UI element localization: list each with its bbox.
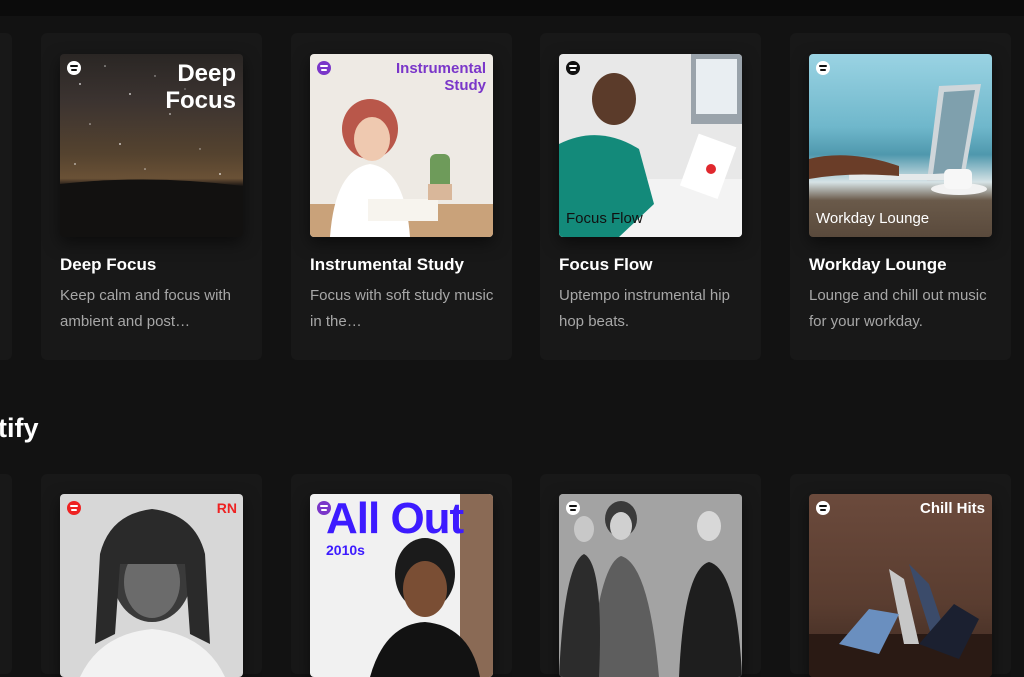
playlist-card-instrumental-study[interactable]: Instrumental Study Instrumental Study Fo… xyxy=(291,33,512,360)
cover-title-text: Focus Flow xyxy=(566,210,643,227)
playlist-card-deep-focus[interactable]: Deep Focus Deep Focus Keep calm and focu… xyxy=(41,33,262,360)
spotify-logo-icon xyxy=(67,61,81,75)
cover-all-out-2010s[interactable]: All Out 2010s xyxy=(310,494,493,677)
spotify-logo-icon xyxy=(816,501,830,515)
cover-focus-flow[interactable]: Focus Flow xyxy=(559,54,742,237)
spotify-logo-icon xyxy=(317,61,331,75)
spotify-logo-icon xyxy=(816,61,830,75)
partial-card-left[interactable] xyxy=(0,33,12,360)
card-description: Lounge and chill out music for your work… xyxy=(809,287,987,330)
cover-title-text: Chill Hits xyxy=(919,500,985,517)
spotify-logo-icon xyxy=(67,501,81,515)
playlist-card-all-out-2010s[interactable]: All Out 2010s xyxy=(291,474,512,677)
partial-card-left-bottom[interactable] xyxy=(0,474,12,674)
spotify-logo-icon xyxy=(566,61,580,75)
playlist-card-chill-hits[interactable]: Chill Hits xyxy=(790,474,1011,677)
playlist-card-focus-flow[interactable]: Focus Flow Focus Flow Uptempo instrument… xyxy=(540,33,761,360)
playlist-card-workday-lounge[interactable]: Workday Lounge Workday Lounge Lounge and… xyxy=(790,33,1011,360)
band-photo-art xyxy=(559,494,742,677)
cover-workday-lounge[interactable]: Workday Lounge xyxy=(809,54,992,237)
card-title: Focus Flow xyxy=(559,255,653,274)
portrait-photo-art xyxy=(80,509,225,677)
section-heading[interactable]: tify xyxy=(0,413,39,444)
cover-title-text: All Out xyxy=(326,494,464,543)
chill-photo-art xyxy=(809,564,992,677)
playlist-card-band[interactable] xyxy=(540,474,761,677)
cover-chill-hits[interactable]: Chill Hits xyxy=(809,494,992,677)
card-title: Instrumental Study xyxy=(310,255,464,274)
cover-title-text: Instrumental Study xyxy=(395,60,486,94)
cover-rap[interactable]: RN xyxy=(60,494,243,677)
card-description: Uptempo instrumental hip hop beats. xyxy=(559,287,730,330)
cover-deep-focus[interactable]: Deep Focus xyxy=(60,54,243,237)
spotify-logo-icon xyxy=(566,501,580,515)
cover-title-text: Workday Lounge xyxy=(816,210,930,227)
cover-band[interactable] xyxy=(559,494,742,677)
cover-instrumental-study[interactable]: Instrumental Study xyxy=(310,54,493,237)
top-bar xyxy=(0,0,1024,16)
cover-subtitle-text: 2010s xyxy=(326,542,365,558)
card-title: Deep Focus xyxy=(60,255,157,274)
cover-title-text: Deep Focus xyxy=(165,60,236,114)
card-title: Workday Lounge xyxy=(809,255,947,274)
playlist-card-rap[interactable]: RN xyxy=(41,474,262,677)
card-description: Focus with soft study music in the… xyxy=(310,287,494,330)
cover-brand-text: RN xyxy=(216,500,237,516)
card-description: Keep calm and focus with ambient and pos… xyxy=(60,287,231,330)
